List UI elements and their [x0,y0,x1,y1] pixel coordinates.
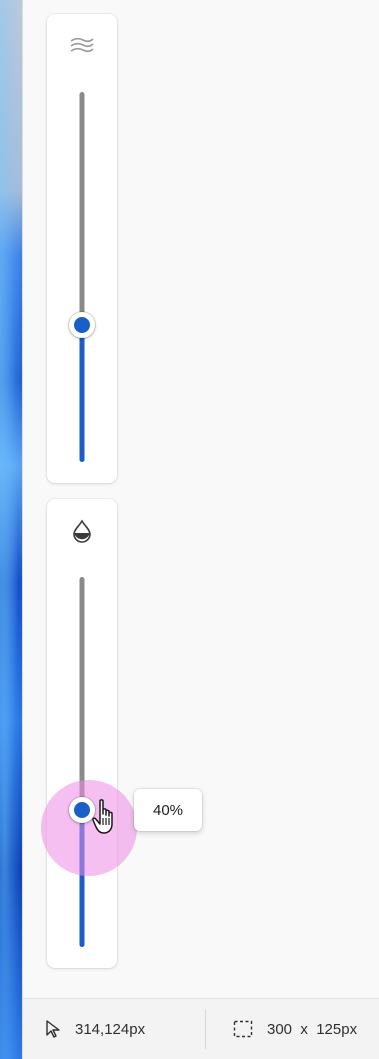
click-highlight [41,780,137,877]
pointer-icon [45,1020,61,1038]
hand-cursor-icon [91,798,119,836]
brush-size-icon [68,34,96,58]
brush-size-slider-track[interactable] [79,92,85,462]
selection-size-text: 300 x 125px [267,1020,358,1038]
brush-size-panel [47,14,117,483]
app-window: 40% 314,124px 300 x 125px [22,0,379,1059]
status-bar: 314,124px 300 x 125px [23,998,379,1059]
opacity-slider-track[interactable] [79,577,85,947]
selection-icon [233,1020,253,1038]
selection-size-readout: 300 x 125px [233,999,357,1059]
opacity-drop-icon [68,519,96,543]
brush-size-slider-thumb[interactable] [69,312,95,339]
cursor-position-readout: 314,124px [45,999,145,1059]
brush-size-slider-fill [79,325,85,462]
desktop-wallpaper [0,0,24,1059]
opacity-panel [41,499,137,968]
status-divider [205,1009,206,1049]
canvas-area[interactable]: 40% [23,0,379,998]
opacity-value-tooltip: 40% [134,789,202,831]
cursor-position-text: 314,124px [75,1020,146,1038]
